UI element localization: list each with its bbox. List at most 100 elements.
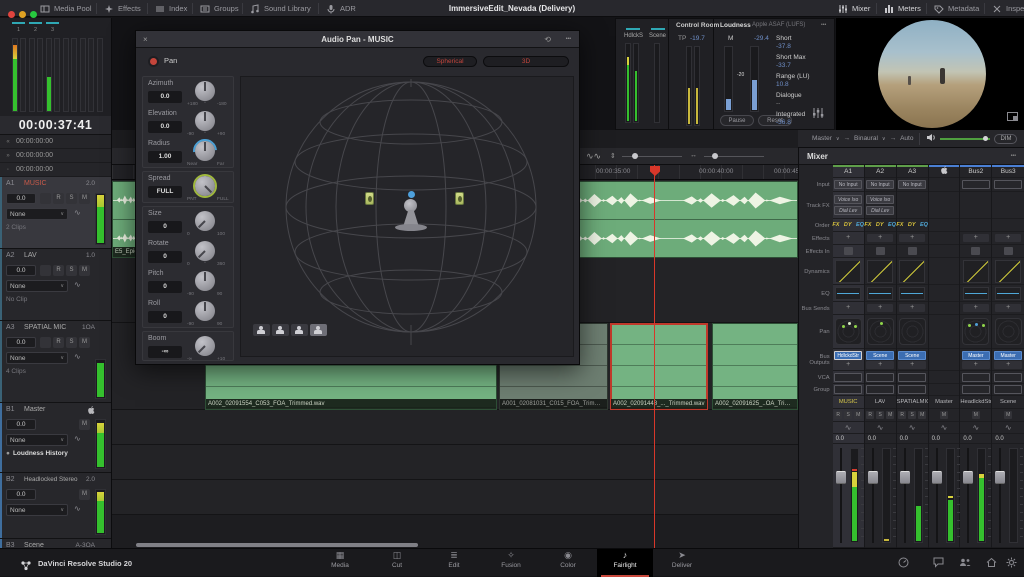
add-bus-send-button[interactable]: +	[867, 304, 893, 312]
add-effect-button[interactable]: +	[963, 234, 989, 242]
nav-edit[interactable]: ≣Edit	[426, 549, 482, 577]
mute-button[interactable]: M	[79, 337, 90, 348]
track-fx-chip[interactable]: Dial Lev	[866, 206, 894, 215]
settings-gear-icon[interactable]	[1006, 557, 1017, 570]
input-chip[interactable]	[994, 180, 1022, 189]
vertical-zoom-icon[interactable]: ⇕	[610, 152, 616, 160]
link-icon[interactable]	[40, 265, 51, 276]
channel-fader[interactable]	[929, 444, 960, 548]
mute-button[interactable]: M	[79, 265, 90, 276]
mixer-toggle-button[interactable]: Mixer	[838, 0, 870, 17]
add-bus-output[interactable]: +	[866, 361, 894, 369]
effects-in-toggle[interactable]	[1004, 247, 1013, 255]
effects-in-toggle[interactable]	[876, 247, 885, 255]
order-dy[interactable]: DY	[908, 222, 916, 228]
dots-menu-icon[interactable]: •••	[566, 31, 571, 48]
elevation-knob[interactable]	[195, 111, 215, 131]
monitor-source-select[interactable]: Master	[812, 135, 832, 142]
link-icon[interactable]	[40, 337, 51, 348]
add-effect-button[interactable]: +	[899, 234, 925, 242]
view-side-button[interactable]	[272, 324, 289, 336]
mute-button[interactable]: M	[918, 411, 926, 419]
fader-handle[interactable]	[868, 471, 878, 484]
mute-button[interactable]: M	[886, 411, 894, 419]
bus-output-chip[interactable]: Scene	[898, 351, 926, 360]
link-icon[interactable]	[40, 193, 51, 204]
mixer-strip-a1[interactable]: A1 No Input Voice IsoDial Lev FX DY EQ +…	[833, 165, 865, 548]
add-bus-send-button[interactable]: +	[899, 304, 925, 312]
effects-in-toggle[interactable]	[908, 247, 917, 255]
mixer-menu-icon[interactable]: •••	[1011, 148, 1016, 165]
track-fx-dropdown[interactable]: None	[6, 504, 68, 516]
pan-sphere-viewport[interactable]	[240, 76, 574, 357]
track-header-b2[interactable]: B2 Headlocked Stereo 2.0 0.0 M None ∿	[0, 473, 111, 539]
collaboration-users-icon[interactable]	[959, 557, 971, 570]
track-fx-dropdown[interactable]: None	[6, 208, 68, 220]
waveform-view-icon[interactable]: ∿∿	[586, 151, 601, 162]
automation-curve-icon[interactable]: ∿	[74, 208, 81, 217]
mute-button[interactable]: M	[79, 419, 90, 430]
top-channel-marker[interactable]	[408, 191, 415, 198]
automation-curve-icon[interactable]: ∿	[941, 423, 948, 432]
bus-output-chip[interactable]: HdlckdStr	[834, 351, 862, 360]
close-icon[interactable]: ×	[143, 31, 148, 48]
order-eq[interactable]: EQ	[888, 222, 896, 228]
mixer-strip-bus3[interactable]: Bus3 + + Master+ Scene M ∿ 0.0	[992, 165, 1024, 548]
pan-graph[interactable]	[899, 318, 926, 345]
audio-pan-dialog[interactable]: × Audio Pan - MUSIC ⟲ ••• Pan Spherical …	[135, 30, 580, 365]
mute-button[interactable]: M	[854, 411, 862, 419]
record-arm-button[interactable]: R	[866, 411, 874, 419]
window-controls[interactable]	[8, 5, 41, 23]
metadata-toggle-button[interactable]: Metadata	[934, 0, 979, 17]
boom-value[interactable]: -∞	[148, 346, 182, 358]
rotate-value[interactable]: 0	[148, 251, 182, 263]
roll-knob[interactable]	[195, 301, 215, 321]
timecode-row-duration[interactable]: ◦00:00:00:00	[0, 163, 111, 177]
groups-button[interactable]: Groups	[200, 0, 239, 17]
radius-value[interactable]: 1.00	[148, 151, 182, 163]
order-eq[interactable]: EQ	[920, 222, 928, 228]
add-effect-button[interactable]: +	[867, 234, 893, 242]
record-arm-button[interactable]: R	[834, 411, 842, 419]
track-header-b1[interactable]: B1 Master 0.0 M None ∿ ●Loudness History	[0, 403, 111, 473]
add-bus-output[interactable]: +	[898, 361, 926, 369]
group-slot[interactable]	[898, 385, 926, 394]
channel-fader[interactable]	[960, 444, 991, 548]
fader-handle[interactable]	[836, 471, 846, 484]
boom-knob[interactable]	[195, 336, 215, 356]
track-gain-field[interactable]: 0.0	[6, 489, 36, 500]
input-chip[interactable]	[962, 180, 990, 189]
radius-control[interactable]: Radius 1.00 NearFar	[143, 137, 233, 167]
record-arm-button[interactable]: R	[53, 337, 64, 348]
bus-output-chip[interactable]: Master	[962, 351, 990, 360]
radius-knob[interactable]	[195, 141, 215, 161]
volume-slider[interactable]	[940, 138, 990, 140]
speaker-icon[interactable]	[926, 133, 936, 144]
track-header-a1[interactable]: A1 MUSIC 2.0 0.0 R S M None ∿ 2 Clips	[0, 177, 111, 249]
spread-knob[interactable]	[195, 176, 215, 196]
roll-control[interactable]: Roll 0 -9090	[143, 297, 233, 327]
history-icon[interactable]: ⟲	[544, 31, 551, 48]
monitor-mode-label[interactable]: Auto	[900, 135, 913, 142]
group-slot[interactable]	[866, 385, 894, 394]
mixer-strip-master[interactable]: Master M ∿ 0.0	[929, 165, 961, 548]
automation-curve-icon[interactable]: ∿	[74, 280, 81, 289]
performance-gauge-icon[interactable]	[898, 557, 909, 570]
solo-button[interactable]: S	[908, 411, 916, 419]
add-bus-send-button[interactable]: +	[995, 304, 1021, 312]
fader-handle[interactable]	[932, 471, 942, 484]
fader-handle[interactable]	[900, 471, 910, 484]
add-bus-send-button[interactable]: +	[835, 304, 861, 312]
audio-clip-foa-4[interactable]: A002_02091625_..OA_Trimmed.wav	[712, 323, 798, 410]
adr-button[interactable]: ADR	[326, 0, 356, 17]
fader-handle[interactable]	[963, 471, 973, 484]
nav-color[interactable]: ◉Color	[540, 549, 596, 577]
sound-library-button[interactable]: Sound Library	[250, 0, 311, 17]
zoom-slider-2-handle[interactable]	[712, 153, 718, 159]
dim-button[interactable]: DIM	[994, 134, 1017, 144]
audio-clip-foa-3-selected[interactable]: A002_02091448_..._Trimmed.wav	[610, 323, 708, 410]
automation-curve-icon[interactable]: ∿	[909, 423, 916, 432]
nav-fairlight[interactable]: ♪Fairlight	[597, 549, 653, 577]
effects-in-toggle[interactable]	[971, 247, 980, 255]
timecode-row-out[interactable]: »00:00:00:00	[0, 149, 111, 163]
